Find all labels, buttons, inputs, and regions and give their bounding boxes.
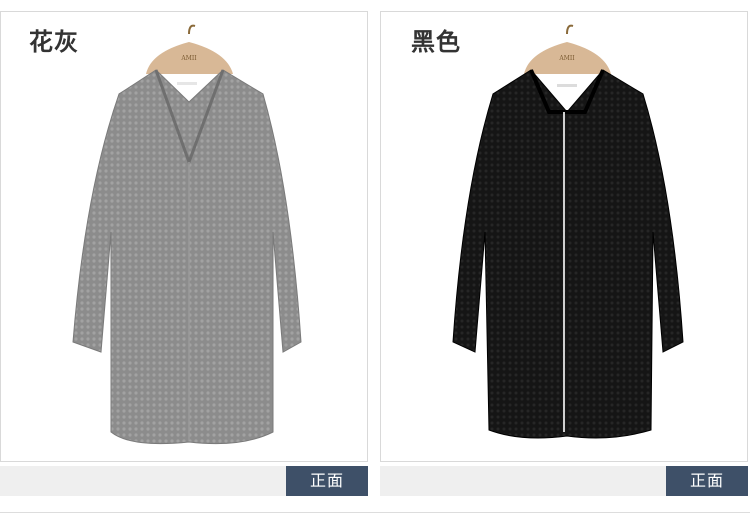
grey-cardigan-image: AMII xyxy=(72,24,302,445)
divider xyxy=(0,512,750,513)
view-label-tag: 正面 xyxy=(286,466,368,496)
hanger-icon: AMII xyxy=(524,24,611,74)
svg-text:AMII: AMII xyxy=(180,55,197,62)
hanger-icon: AMII xyxy=(146,24,233,74)
black-cardigan-image: AMII xyxy=(452,24,684,439)
view-label-tag: 正面 xyxy=(666,466,748,496)
svg-text:AMII: AMII xyxy=(558,55,575,62)
product-card-grey: 花灰 AMII xyxy=(0,11,368,462)
product-card-black: 黑色 AMII xyxy=(380,11,748,462)
view-bar-grey: 正面 xyxy=(0,466,368,496)
view-bar-black: 正面 xyxy=(380,466,748,496)
